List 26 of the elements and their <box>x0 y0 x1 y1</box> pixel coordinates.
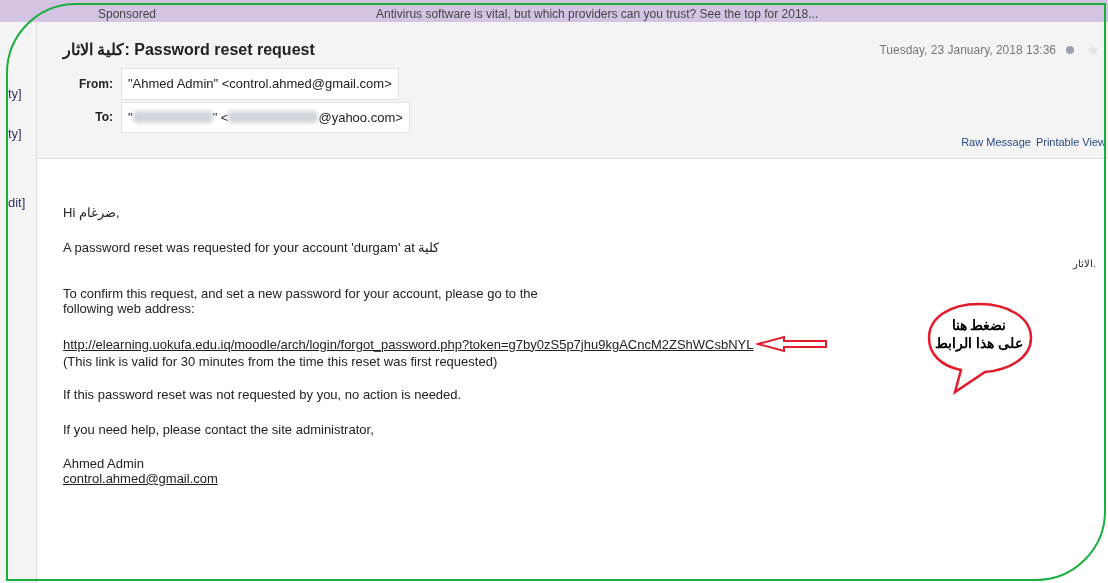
sidebar-link[interactable]: ty] <box>0 84 36 104</box>
body-text: To confirm this request, and set a new password for your account, please go to the following web address: <box>63 286 539 316</box>
callout-text: نضغط هنا <box>951 316 1007 334</box>
from-label: From: <box>78 75 114 93</box>
banner-text: Antivirus software is vital, but which providers can you trust? See the top for 2018... <box>376 7 819 21</box>
greeting-text: Hi ضرغام, <box>63 205 121 220</box>
body-text: If this password reset was not requested by you, no action is needed. <box>63 387 463 402</box>
callout-text: على هذا الرابط <box>935 334 1023 352</box>
pointer-arrow-icon <box>755 334 828 354</box>
body-text: الاثار. <box>1073 257 1096 271</box>
recipient-field: " " < @yahoo.com> <box>121 101 410 133</box>
banner-label: Sponsored <box>98 7 157 21</box>
sidebar-link[interactable]: ty] <box>0 123 36 143</box>
signature-email[interactable]: control.ahmed@gmail.com <box>63 471 218 486</box>
body-text: If you need help, please contact the site administrator, <box>63 422 375 437</box>
reset-link[interactable]: http://elearning.uokufa.edu.iq/moodle/arch/login/forgot_password.php?token=g7by0zS5p7jhu9kgACncM2ZShWCsbNYL <box>63 336 754 352</box>
sender-field: "Ahmed Admin" <control.ahmed@gmail.com> <box>121 68 399 100</box>
signature-name: Ahmed Admin <box>63 456 145 471</box>
sidebar-link[interactable]: dit] <box>0 193 36 213</box>
body-text: A password reset was requested for your account 'durgam' at كلية <box>63 240 441 255</box>
message-date: Tuesday, 23 January, 2018 13:36 <box>879 42 1056 59</box>
header-link[interactable]: Raw Message <box>961 133 1031 150</box>
body-text: (This link is valid for 30 minutes from the time this reset was first requested) <box>63 354 499 369</box>
sponsored-banner[interactable]: Sponsored Antivirus software is vital, but which providers can you trust? See the top for 2018... <box>0 0 1108 22</box>
message-subject: كلية الاثار: Password reset request <box>63 40 316 62</box>
to-label: To: <box>94 109 114 127</box>
